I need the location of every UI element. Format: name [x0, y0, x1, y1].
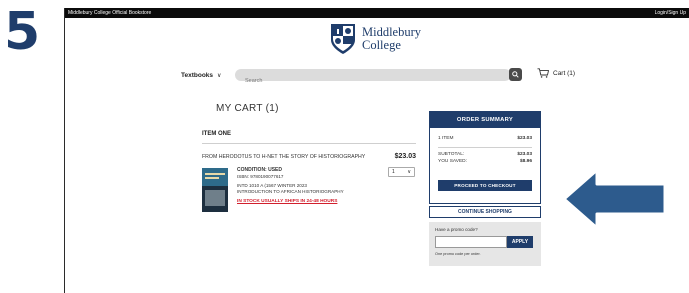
- cart-link[interactable]: Cart (1): [537, 68, 575, 78]
- cart-item: ITEM ONE FROM HERODOTUS TO H-NET THE STO…: [202, 131, 416, 212]
- stock-status-link[interactable]: IN STOCK USUALLY SHIPS IN 24-48 HOURS: [237, 199, 344, 205]
- promo-code-box: Have a promo code? APPLY One promo code …: [429, 222, 541, 266]
- item-heading: ITEM ONE: [202, 131, 416, 144]
- item-price: $23.03: [394, 153, 416, 160]
- promo-note: One promo code per order.: [435, 252, 481, 256]
- store-name: Middlebury College Official Bookstore: [68, 10, 152, 16]
- summary-item-total: $23.03: [517, 136, 532, 141]
- page-title: MY CART (1): [216, 103, 279, 114]
- quantity-value: 1: [392, 169, 395, 175]
- summary-subtotal-row: SUBTOTAL: $23.03: [430, 152, 540, 157]
- cart-label: Cart (1): [553, 69, 576, 77]
- order-summary: ORDER SUMMARY 1 ITEM $23.03 SUBTOTAL: $2…: [429, 111, 541, 204]
- book-cover-image: [202, 168, 228, 212]
- chevron-down-icon: ∨: [217, 72, 222, 79]
- nav-row: Textbooks ∨ Cart (1): [181, 68, 591, 87]
- cart-icon: [537, 68, 549, 78]
- top-bar: Middlebury College Official Bookstore Lo…: [65, 8, 689, 18]
- saved-value: $8.96: [519, 159, 532, 164]
- summary-item-count: 1 ITEM: [438, 136, 454, 141]
- search-button[interactable]: [509, 68, 522, 81]
- order-summary-header: ORDER SUMMARY: [430, 112, 540, 128]
- subtotal-value: $23.03: [517, 152, 532, 157]
- summary-item-row: 1 ITEM $23.03: [430, 136, 540, 141]
- item-title: FROM HERODOTUS TO H-NET THE STORY OF HIS…: [202, 153, 366, 160]
- promo-label: Have a promo code?: [435, 227, 478, 232]
- pointer-arrow-icon: [562, 168, 667, 230]
- chevron-down-icon: ∨: [407, 169, 411, 175]
- login-link[interactable]: Login/Sign Up: [655, 8, 686, 18]
- college-name-line2: College: [362, 38, 401, 52]
- search-icon: [512, 71, 519, 78]
- college-logo[interactable]: Middlebury College: [330, 21, 421, 57]
- browser-screen: Middlebury College Official Bookstore Lo…: [64, 8, 689, 293]
- step-number: 5: [4, 2, 41, 62]
- search-bar: [235, 69, 511, 87]
- proceed-to-checkout-button[interactable]: PROCEED TO CHECKOUT: [438, 180, 532, 191]
- course-name: INTRODUCTION TO AFRICAN HISTORIOGRAPHY: [237, 188, 344, 194]
- college-shield-icon: [331, 24, 355, 54]
- saved-label: YOU SAVED:: [438, 159, 467, 164]
- promo-code-input[interactable]: [435, 236, 507, 248]
- summary-saved-row: YOU SAVED: $8.96: [430, 159, 540, 164]
- item-isbn: ISBN: 9780190077617: [237, 173, 284, 179]
- search-input[interactable]: [235, 75, 511, 87]
- apply-promo-button[interactable]: APPLY: [507, 236, 533, 248]
- textbooks-menu[interactable]: Textbooks ∨: [181, 72, 221, 79]
- continue-shopping-button[interactable]: CONTINUE SHOPPING: [429, 206, 541, 218]
- textbooks-label: Textbooks: [181, 71, 214, 79]
- quantity-select[interactable]: 1 ∨: [388, 167, 415, 177]
- subtotal-label: SUBTOTAL:: [438, 152, 465, 157]
